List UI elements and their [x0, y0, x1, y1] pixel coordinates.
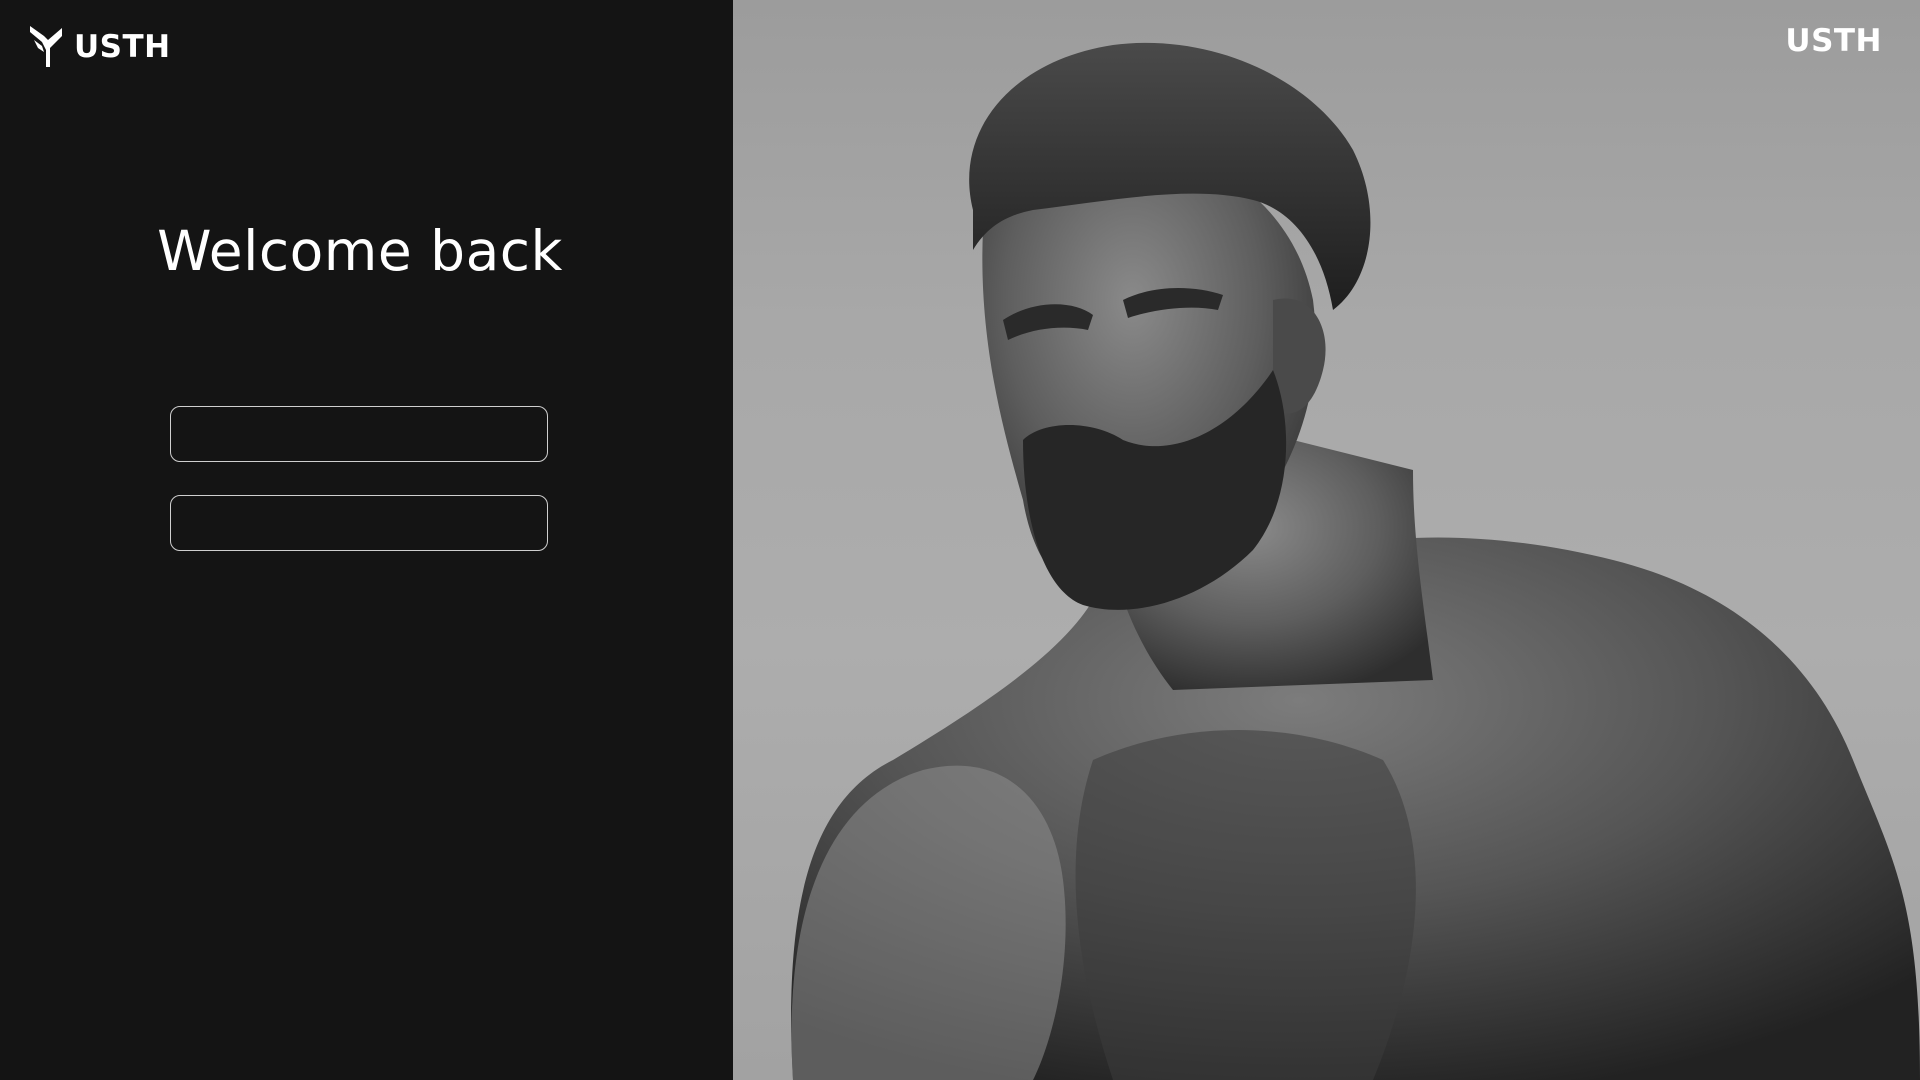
- hero-panel: USTH: [733, 0, 1920, 1080]
- usth-logo-icon: [30, 26, 62, 67]
- login-panel: USTH Welcome back: [0, 0, 733, 1080]
- hero-brand-name: USTH: [1785, 23, 1882, 59]
- login-field-1[interactable]: [170, 406, 548, 462]
- brand-name: USTH: [74, 28, 171, 65]
- login-field-2[interactable]: [170, 495, 548, 551]
- page-title: Welcome back: [157, 219, 563, 283]
- hero-image: [791, 42, 1920, 1080]
- brand[interactable]: USTH: [28, 26, 171, 68]
- login-page: USTH Welcome back USTH: [0, 0, 1920, 1080]
